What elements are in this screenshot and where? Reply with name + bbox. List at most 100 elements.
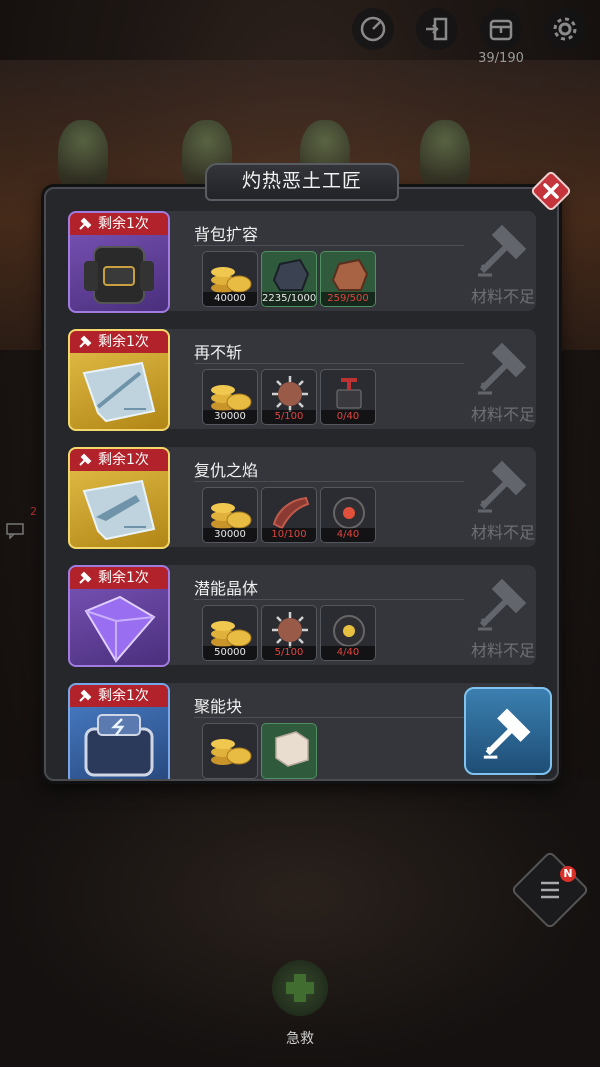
- material-slot[interactable]: [261, 723, 317, 779]
- new-badge: N: [560, 866, 576, 882]
- recipe-item-thumbnail[interactable]: 剩余1次: [68, 565, 170, 667]
- recipe-row: 剩余1次 聚能块: [68, 683, 552, 779]
- backpack-item-icon: [84, 246, 154, 304]
- craft-status-label: 材料不足: [470, 523, 535, 542]
- medkit-icon: [286, 974, 314, 1002]
- divider: [194, 599, 464, 600]
- hero-figure: [58, 120, 108, 190]
- detonator-icon: [336, 378, 362, 409]
- material-count: 259/500: [321, 292, 375, 306]
- rescue-button[interactable]: [272, 960, 328, 1016]
- material-count: 0/40: [321, 410, 375, 424]
- divider: [194, 363, 464, 364]
- background-ground: [0, 780, 600, 1067]
- bag-capacity: 39/190: [478, 51, 524, 66]
- material-count: 10/100: [262, 528, 316, 542]
- material-count: 2235/1000: [262, 292, 317, 306]
- recipe-row: 剩余1次 复仇之焰 30000 10/100 4/40 材料不足: [68, 447, 536, 549]
- divider: [194, 481, 464, 482]
- craft-button[interactable]: [464, 687, 552, 775]
- gun-blueprint-icon: [82, 479, 156, 541]
- craft-status-label: 材料不足: [470, 287, 535, 306]
- material-slot[interactable]: 50000: [202, 605, 258, 661]
- material-count: 30000: [203, 528, 257, 542]
- checklist-icon: [541, 881, 559, 899]
- crafting-dialog: 剩余1次 背包扩容 40000 2235/1000 259/500 材料不足 剩…: [44, 187, 559, 781]
- exit-button[interactable]: [416, 8, 458, 50]
- material-slot[interactable]: 5/100: [261, 369, 317, 425]
- purple-crystal-icon: [84, 595, 156, 663]
- chat-icon[interactable]: [6, 523, 26, 539]
- material-slot[interactable]: 30000: [202, 369, 258, 425]
- recipe-name: 潜能晶体: [194, 579, 259, 598]
- close-button[interactable]: [531, 171, 571, 211]
- gold-coins-icon: [211, 739, 252, 765]
- recipe-row: 剩余1次 潜能晶体 50000 5/100 4/40 材料不足: [68, 565, 536, 667]
- craft-status-label: 材料不足: [470, 405, 535, 424]
- material-count: 5/100: [262, 646, 316, 660]
- remaining-uses-badge: 剩余1次: [70, 449, 168, 471]
- rescue-label: 急救: [286, 1031, 314, 1047]
- spiked-ball-icon: [272, 612, 308, 648]
- material-slot[interactable]: 4/40: [320, 605, 376, 661]
- material-count: 30000: [203, 410, 257, 424]
- material-count: 4/40: [321, 646, 375, 660]
- hammer-icon: [478, 224, 527, 277]
- hammer-icon: [478, 460, 527, 513]
- recipe-item-thumbnail[interactable]: 剩余1次: [68, 683, 170, 779]
- exit-door-icon: [426, 17, 448, 41]
- recipe-item-thumbnail[interactable]: 剩余1次: [68, 211, 170, 313]
- material-slot[interactable]: 2235/1000: [261, 251, 317, 307]
- gold-coins-icon: [211, 503, 252, 529]
- remaining-uses-badge: 剩余1次: [70, 685, 168, 707]
- hammer-icon: [79, 453, 92, 466]
- hammer-icon: [79, 217, 92, 230]
- recipe-item-thumbnail[interactable]: 剩余1次: [68, 447, 170, 549]
- craft-button-disabled[interactable]: 材料不足: [462, 573, 544, 660]
- divider: [194, 717, 464, 718]
- craft-status-label: 材料不足: [470, 641, 535, 660]
- material-count: 40000: [203, 292, 257, 306]
- gear-icon: [553, 17, 577, 41]
- hammer-icon: [478, 578, 527, 631]
- top-bar: 39/190: [352, 8, 586, 66]
- spiked-ball-icon: [272, 376, 308, 412]
- copper-ore-icon: [331, 258, 369, 291]
- craft-button-disabled[interactable]: 材料不足: [462, 455, 544, 542]
- gold-coins-icon: [211, 267, 252, 293]
- remaining-uses-label: 剩余1次: [98, 216, 149, 232]
- material-slot[interactable]: 5/100: [261, 605, 317, 661]
- material-slot[interactable]: 10/100: [261, 487, 317, 543]
- backpack-button[interactable]: 39/190: [478, 8, 524, 66]
- material-slot[interactable]: 4/40: [320, 487, 376, 543]
- recipe-name: 再不斩: [194, 343, 243, 362]
- bomb-core-icon: [333, 497, 365, 529]
- energy-block-icon: [84, 714, 154, 777]
- recipe-name: 背包扩容: [194, 225, 259, 244]
- settings-button[interactable]: [544, 8, 586, 50]
- material-slot[interactable]: 0/40: [320, 369, 376, 425]
- material-slot[interactable]: [202, 723, 258, 779]
- backpack-icon: [489, 19, 513, 41]
- dark-ore-icon: [272, 258, 310, 291]
- blade-blueprint-icon: [82, 361, 156, 423]
- recipe-name: 聚能块: [194, 697, 243, 716]
- craft-button-disabled[interactable]: 材料不足: [462, 337, 544, 424]
- material-slot[interactable]: 30000: [202, 487, 258, 543]
- remaining-uses-label: 剩余1次: [98, 452, 149, 468]
- side-counter: 2: [30, 505, 37, 518]
- stone-cube-icon: [275, 731, 309, 767]
- speed-button[interactable]: [352, 8, 394, 50]
- bomb-core-icon: [333, 615, 365, 647]
- material-count: 4/40: [321, 528, 375, 542]
- gold-coins-icon: [211, 621, 252, 647]
- divider: [194, 245, 464, 246]
- material-slot[interactable]: 259/500: [320, 251, 376, 307]
- remaining-uses-label: 剩余1次: [98, 688, 149, 704]
- hero-figure: [420, 120, 470, 190]
- material-slot[interactable]: 40000: [202, 251, 258, 307]
- gold-coins-icon: [211, 385, 252, 411]
- craft-button-disabled[interactable]: 材料不足: [462, 219, 544, 306]
- recipe-item-thumbnail[interactable]: 剩余1次: [68, 329, 170, 431]
- dialog-title: 灼热恶土工匠: [205, 163, 399, 201]
